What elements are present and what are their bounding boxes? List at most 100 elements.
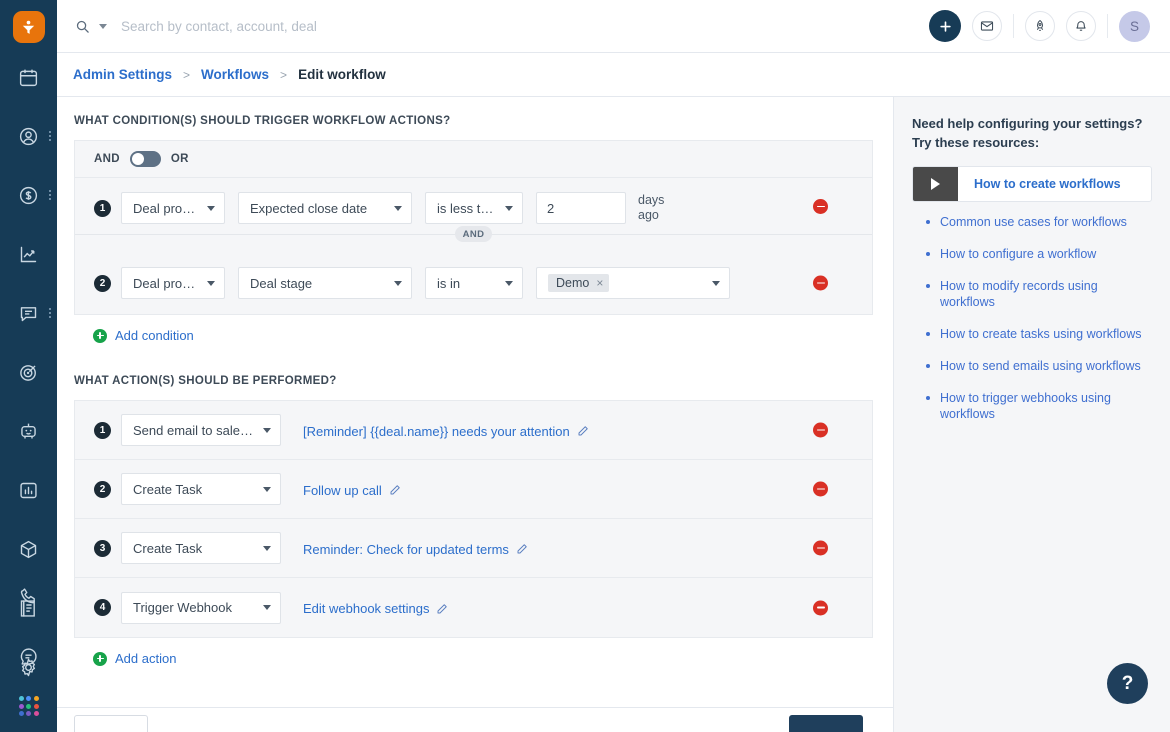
plus-icon xyxy=(938,19,953,34)
help-fab-button[interactable]: ? xyxy=(1107,663,1148,704)
action-type-select[interactable]: Create Task xyxy=(121,532,281,564)
sidebar-item-contacts-menu[interactable] xyxy=(49,131,51,141)
action-detail-link[interactable]: Follow up call xyxy=(303,483,401,498)
condition-separator-label: AND xyxy=(455,226,493,242)
phone-icon xyxy=(18,586,39,607)
contacts-icon xyxy=(18,126,39,147)
search-icon[interactable] xyxy=(75,19,90,34)
action-row: 2 Create Task Follow up call xyxy=(75,460,872,519)
top-bar: S xyxy=(57,0,1170,53)
condition-value-input[interactable] xyxy=(536,192,626,224)
condition-operator-value: is in xyxy=(437,276,497,291)
bot-icon xyxy=(18,421,39,442)
sidebar-item-products[interactable] xyxy=(0,529,57,569)
plus-circle-icon xyxy=(93,329,107,343)
remove-action-button[interactable] xyxy=(813,600,828,615)
help-heading: Need help configuring your settings? Try… xyxy=(912,114,1152,152)
action-type-value: Create Task xyxy=(133,482,255,497)
app-logo[interactable] xyxy=(13,11,45,43)
sidebar-item-analytics[interactable] xyxy=(0,234,57,274)
sidebar-item-contacts[interactable] xyxy=(0,116,57,156)
whats-new-button[interactable] xyxy=(1025,11,1055,41)
app-root: S Admin Settings > Workflows > Edit work… xyxy=(0,0,1170,732)
notifications-button[interactable] xyxy=(1066,11,1096,41)
remove-action-button[interactable] xyxy=(813,423,828,438)
add-condition-label: Add condition xyxy=(115,328,194,343)
condition-index: 1 xyxy=(94,200,111,217)
help-link[interactable]: How to send emails using workflows xyxy=(926,358,1152,374)
help-video-card[interactable]: How to create workflows xyxy=(912,166,1152,202)
sidebar-item-deals-menu[interactable] xyxy=(49,190,51,200)
plus-circle-icon xyxy=(93,652,107,666)
breadcrumb-item-workflows[interactable]: Workflows xyxy=(201,67,269,82)
or-label: OR xyxy=(171,153,189,165)
chevron-down-icon xyxy=(394,281,402,286)
action-type-select[interactable]: Create Task xyxy=(121,473,281,505)
sidebar-item-reports[interactable] xyxy=(0,470,57,510)
condition-property-select[interactable]: Deal property xyxy=(121,267,225,299)
mail-button[interactable] xyxy=(972,11,1002,41)
condition-property-select[interactable]: Deal property xyxy=(121,192,225,224)
video-thumbnail xyxy=(913,167,958,201)
help-link[interactable]: How to trigger webhooks using workflows xyxy=(926,390,1152,422)
help-link[interactable]: How to configure a workflow xyxy=(926,246,1152,262)
cancel-button[interactable] xyxy=(74,715,148,732)
action-type-select[interactable]: Trigger Webhook xyxy=(121,592,281,624)
sidebar-item-bots[interactable] xyxy=(0,411,57,451)
action-detail-link[interactable]: Reminder: Check for updated terms xyxy=(303,542,528,557)
chevron-down-icon xyxy=(712,281,720,286)
avatar[interactable]: S xyxy=(1119,11,1150,42)
box-icon xyxy=(18,539,39,560)
condition-row: 1 Deal property Expected close date is l… xyxy=(75,178,872,252)
actions-section-title: WHAT ACTION(S) SHOULD BE PERFORMED? xyxy=(74,375,873,387)
search-scope-chevron-down-icon[interactable] xyxy=(99,24,107,29)
remove-action-button[interactable] xyxy=(813,482,828,497)
action-index: 2 xyxy=(94,481,111,498)
apps-grid-icon[interactable] xyxy=(19,696,39,716)
sidebar-item-deals[interactable] xyxy=(0,175,57,215)
help-link[interactable]: Common use cases for workflows xyxy=(926,214,1152,230)
breadcrumb-item-admin-settings[interactable]: Admin Settings xyxy=(73,67,172,82)
breadcrumb-separator: > xyxy=(183,68,190,82)
condition-operator-select[interactable]: is less than xyxy=(425,192,523,224)
rocket-icon xyxy=(1033,19,1047,33)
condition-field-select[interactable]: Deal stage xyxy=(238,267,412,299)
deals-dollar-icon xyxy=(18,185,39,206)
remove-condition-button[interactable] xyxy=(813,276,828,291)
remove-tag-icon[interactable]: × xyxy=(596,277,603,289)
workflow-editor: WHAT CONDITION(S) SHOULD TRIGGER WORKFLO… xyxy=(57,97,893,732)
save-button[interactable] xyxy=(789,715,863,732)
actions-card: 1 Send email to sales owner [Reminder] {… xyxy=(74,400,873,638)
action-type-value: Trigger Webhook xyxy=(133,600,255,615)
help-link[interactable]: How to modify records using workflows xyxy=(926,278,1152,310)
chevron-down-icon xyxy=(394,206,402,211)
remove-condition-button[interactable] xyxy=(813,199,828,214)
sidebar-item-conversations[interactable] xyxy=(0,293,57,333)
and-or-toggle[interactable] xyxy=(130,151,161,167)
action-type-select[interactable]: Send email to sales owner xyxy=(121,414,281,446)
breadcrumb: Admin Settings > Workflows > Edit workfl… xyxy=(57,53,1170,97)
sidebar-item-phone[interactable] xyxy=(0,576,57,616)
action-detail-link[interactable]: Edit webhook settings xyxy=(303,601,448,616)
remove-action-button[interactable] xyxy=(813,541,828,556)
chevron-down-icon xyxy=(263,487,271,492)
chevron-down-icon xyxy=(263,605,271,610)
condition-field-select[interactable]: Expected close date xyxy=(238,192,412,224)
action-detail-link[interactable]: [Reminder] {{deal.name}} needs your atte… xyxy=(303,424,589,439)
add-condition-button[interactable]: Add condition xyxy=(93,328,873,343)
condition-unit-label: days ago xyxy=(638,193,686,223)
sidebar-item-chat[interactable] xyxy=(0,636,57,676)
sidebar-item-goals[interactable] xyxy=(0,352,57,392)
conditions-card: AND OR 1 Deal property Expected close da… xyxy=(74,140,873,315)
add-action-button[interactable]: Add action xyxy=(93,651,873,666)
bar-chart-icon xyxy=(18,480,39,501)
condition-multiselect[interactable]: Demo × xyxy=(536,267,730,299)
condition-index: 2 xyxy=(94,275,111,292)
sidebar-item-conversations-menu[interactable] xyxy=(49,308,51,318)
help-link[interactable]: How to create tasks using workflows xyxy=(926,326,1152,342)
add-button[interactable] xyxy=(929,10,961,42)
sidebar-item-calendar[interactable] xyxy=(0,57,57,97)
breadcrumb-separator: > xyxy=(280,68,287,82)
search-input[interactable] xyxy=(121,19,481,34)
condition-operator-select[interactable]: is in xyxy=(425,267,523,299)
